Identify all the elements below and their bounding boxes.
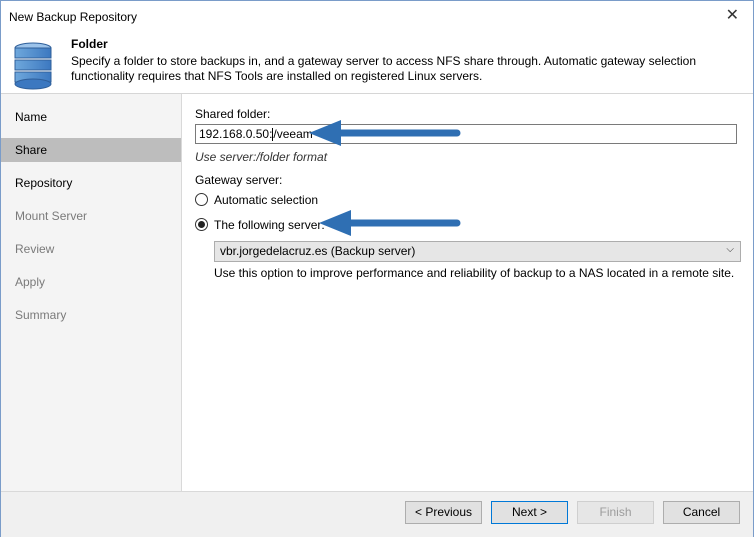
window-title: New Backup Repository: [9, 10, 138, 24]
annotation-arrow-icon: [309, 120, 461, 146]
nav-item-name[interactable]: Name: [1, 105, 181, 129]
gateway-server-label: Gateway server:: [195, 173, 283, 187]
following-server-label[interactable]: The following server:: [214, 218, 325, 232]
gateway-server-value: vbr.jorgedelacruz.es (Backup server): [220, 244, 416, 258]
annotation-arrow-icon: [319, 210, 461, 236]
format-hint: Use server:/folder format: [195, 150, 328, 164]
automatic-selection-label[interactable]: Automatic selection: [214, 193, 318, 207]
next-button[interactable]: Next >: [491, 501, 568, 524]
gateway-server-note: Use this option to improve performance a…: [214, 266, 735, 280]
finish-button: Finish: [577, 501, 654, 524]
chevron-down-icon: ⌵: [726, 244, 734, 255]
wizard-steps-sidebar: Name Share Repository Mount Server Revie…: [1, 94, 182, 491]
step-description: Specify a folder to store backups in, an…: [71, 54, 696, 83]
shared-folder-input[interactable]: 192.168.0.50:/veeam: [195, 124, 737, 144]
nav-item-mount-server: Mount Server: [15, 209, 88, 223]
shared-folder-label: Shared folder:: [195, 107, 271, 121]
cancel-button[interactable]: Cancel: [663, 501, 740, 524]
nav-item-apply: Apply: [15, 275, 46, 289]
following-server-radio[interactable]: [195, 218, 208, 231]
wizard-footer: < Previous Next > Finish Cancel: [1, 491, 753, 537]
previous-button[interactable]: < Previous: [405, 501, 482, 524]
nav-item-repository[interactable]: Repository: [1, 171, 181, 195]
nav-item-summary: Summary: [15, 308, 67, 322]
nav-item-review: Review: [15, 242, 55, 256]
close-icon[interactable]: ✕: [726, 7, 739, 25]
database-icon: [14, 42, 52, 90]
shared-folder-value-host: 192.168.0.50:: [199, 127, 273, 141]
wizard-header: Folder Specify a folder to store backups…: [1, 32, 753, 94]
share-step-content: Shared folder: 192.168.0.50:/veeam Use s…: [182, 94, 753, 491]
nav-item-share[interactable]: Share: [1, 138, 181, 162]
radio-selected-dot: [198, 221, 205, 228]
step-title: Folder: [71, 37, 108, 51]
title-bar: New Backup Repository ✕: [1, 1, 753, 32]
dialog-window: New Backup Repository ✕ Folder Specify a…: [0, 0, 754, 537]
gateway-server-select[interactable]: vbr.jorgedelacruz.es (Backup server) ⌵: [214, 241, 741, 262]
automatic-selection-radio[interactable]: [195, 193, 208, 206]
